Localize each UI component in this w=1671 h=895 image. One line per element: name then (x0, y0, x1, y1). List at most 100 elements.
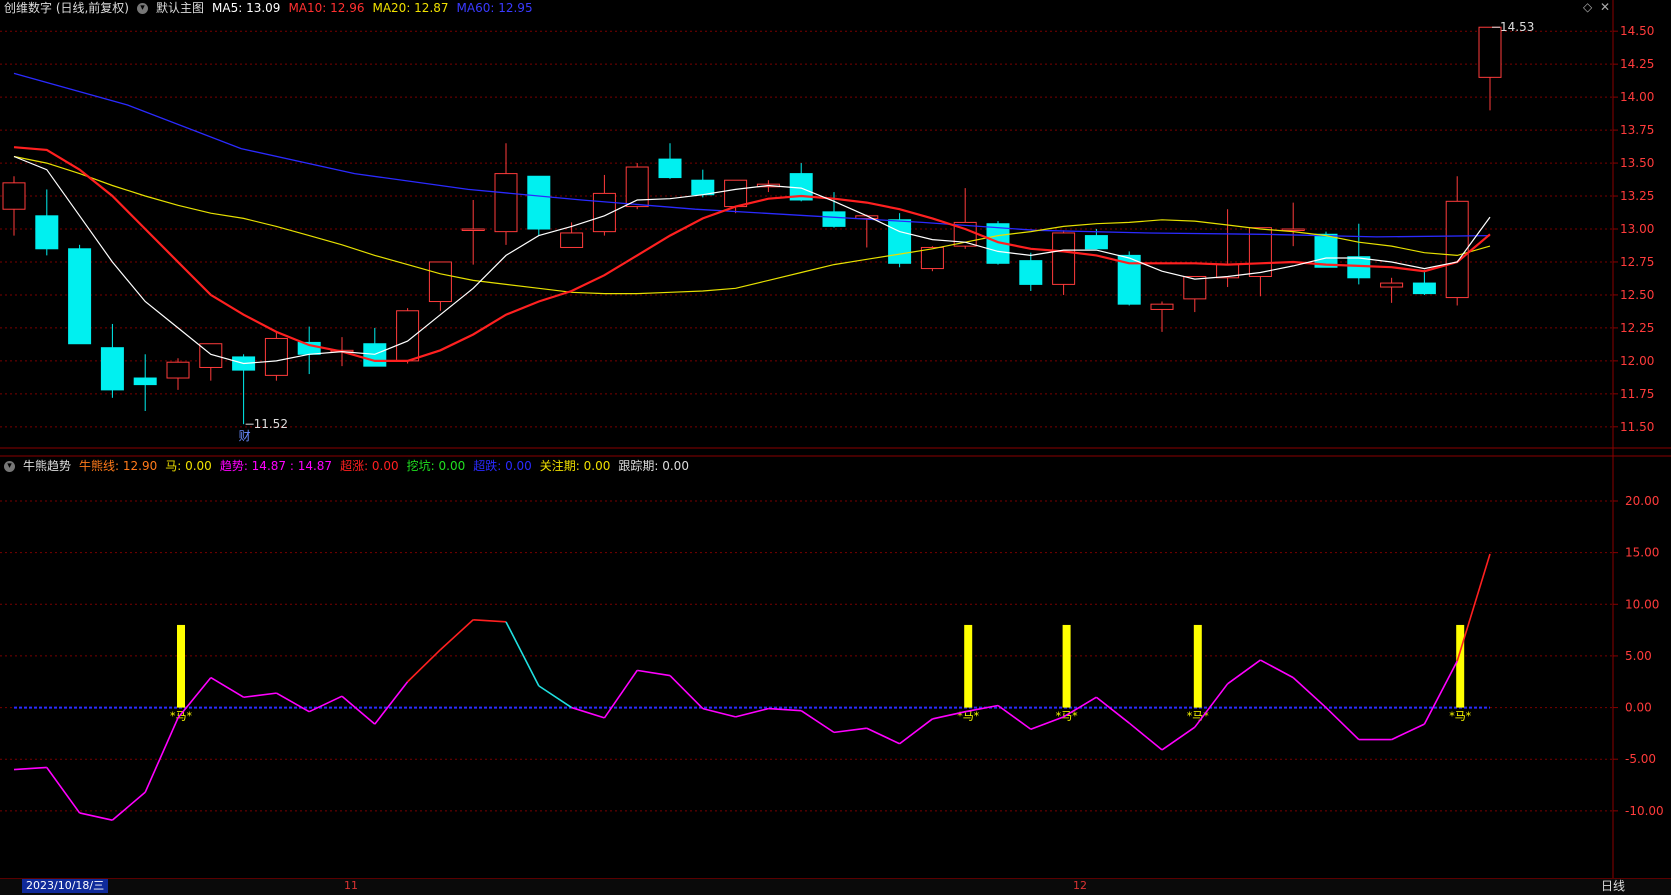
ma-signal-label: *马* (1056, 710, 1078, 723)
trend-segment (768, 707, 802, 712)
candle-body-down (35, 215, 59, 250)
trend-segment (1391, 723, 1425, 741)
financial-report-marker: 财 (239, 429, 251, 443)
candle-body-up (396, 310, 420, 362)
trend-segment (1456, 553, 1491, 662)
price-tick-label: 11.50 (1620, 420, 1654, 434)
price-tick-label: 13.75 (1620, 123, 1654, 137)
price-tick-label: 12.25 (1620, 321, 1654, 335)
trend-segment (79, 812, 113, 821)
price-tick-label: 12.75 (1620, 255, 1654, 269)
trend-segment (899, 718, 933, 745)
price-tick-label: 14.25 (1620, 57, 1654, 71)
ma-signal-label: *马* (1449, 710, 1471, 723)
candle-body-down (1314, 233, 1338, 268)
trend-segment (308, 695, 343, 713)
trend-segment (702, 707, 736, 718)
price-tick-label: 13.50 (1620, 156, 1654, 170)
trend-segment (1030, 716, 1064, 731)
candle-body-up (494, 173, 518, 233)
trend-segment (833, 727, 867, 734)
trend-segment (1292, 677, 1327, 709)
trend-segment (13, 766, 47, 771)
trend-segment (210, 676, 245, 698)
trend-segment (1095, 696, 1130, 724)
trend-segment (374, 681, 409, 725)
candle-body-up (1380, 282, 1404, 288)
price-tick-label: 14.00 (1620, 90, 1654, 104)
candle-body-up (1150, 303, 1174, 310)
trend-segment (505, 621, 540, 687)
ma-signal-label: *马* (170, 710, 192, 723)
trend-segment (46, 767, 81, 814)
month-label-12: 12 (1073, 879, 1087, 892)
candle-body-up (1052, 232, 1076, 285)
candle-body-down (1019, 260, 1043, 285)
trend-segment (111, 791, 146, 821)
trend-segment (341, 695, 376, 725)
candle-body-down (658, 158, 682, 179)
trend-segment (1260, 659, 1294, 679)
trend-segment (538, 685, 573, 709)
candle-body-down (363, 343, 387, 367)
candle-body-down (822, 211, 846, 227)
price-chart[interactable]: 14.50 14.25 14.00 13.75 13.50 13.25 13.00 12.75… (0, 0, 1671, 894)
ma-signal-bar (964, 624, 973, 708)
candle-body-up (1183, 275, 1207, 300)
trend-segment (407, 649, 441, 683)
price-tick-label: 12.00 (1620, 354, 1654, 368)
trend-segment (144, 717, 179, 793)
price-tick-label: 14.50 (1620, 24, 1654, 38)
time-axis (0, 878, 1671, 895)
candle-body-up (724, 179, 748, 208)
stock-chart-window: 创维数字 (日线,前复权) ▾ 默认主图 MA5: 13.09 MA10: 12… (0, 0, 1671, 895)
trend-segment (571, 706, 605, 719)
candle-body-down (68, 248, 92, 345)
ma-signal-bar (1456, 624, 1465, 708)
trend-segment (1128, 722, 1163, 751)
ma60-line (13, 72, 1491, 238)
trend-segment (669, 674, 704, 710)
candle-body-up (1478, 26, 1502, 78)
trend-segment (243, 692, 277, 699)
indicator-tick-label: -10.00 (1625, 804, 1664, 818)
trend-segment (997, 704, 1032, 730)
price-tick-label: 13.25 (1620, 189, 1654, 203)
trend-segment (276, 692, 310, 713)
trend-segment (866, 727, 900, 745)
trend-segment (800, 710, 835, 734)
indicator-tick-label: -5.00 (1625, 752, 1656, 766)
indicator-tick-label: 0.00 (1625, 701, 1652, 715)
candle-body-up (2, 182, 26, 210)
indicator-tick-label: 15.00 (1625, 546, 1659, 560)
candle-body-up (264, 337, 288, 376)
ma-signal-bar (1193, 624, 1202, 708)
indicator-tick-label: 10.00 (1625, 597, 1659, 611)
price-tick-label: 13.00 (1620, 222, 1654, 236)
trend-segment (603, 669, 638, 719)
trend-segment (439, 619, 474, 651)
low-price-label: 11.52 (254, 417, 288, 431)
candle-body-down (133, 377, 157, 386)
candle-body-up (1445, 200, 1469, 299)
trend-segment (1325, 706, 1360, 741)
candle-body-up (166, 361, 190, 379)
candle-body-down (1084, 235, 1108, 250)
ma-signal-bar (177, 624, 185, 708)
candle-body-down (527, 175, 551, 230)
candle-body-up (428, 261, 452, 303)
price-tick-label: 12.50 (1620, 288, 1654, 302)
month-label-11: 11 (344, 879, 358, 892)
candle-body-up (1281, 228, 1305, 231)
indicator-tick-label: 20.00 (1625, 494, 1659, 508)
candle-body-up (199, 343, 223, 368)
trend-segment (1161, 726, 1196, 751)
period-label[interactable]: 日线 (1601, 878, 1625, 894)
trend-segment (735, 707, 769, 718)
price-tick-label: 11.75 (1620, 387, 1654, 401)
high-price-label: 14.53 (1500, 20, 1534, 34)
candle-body-up (560, 232, 584, 248)
trend-segment (1227, 659, 1261, 685)
date-cursor-label: 2023/10/18/三 (22, 879, 109, 893)
candle-body-down (1412, 282, 1436, 295)
